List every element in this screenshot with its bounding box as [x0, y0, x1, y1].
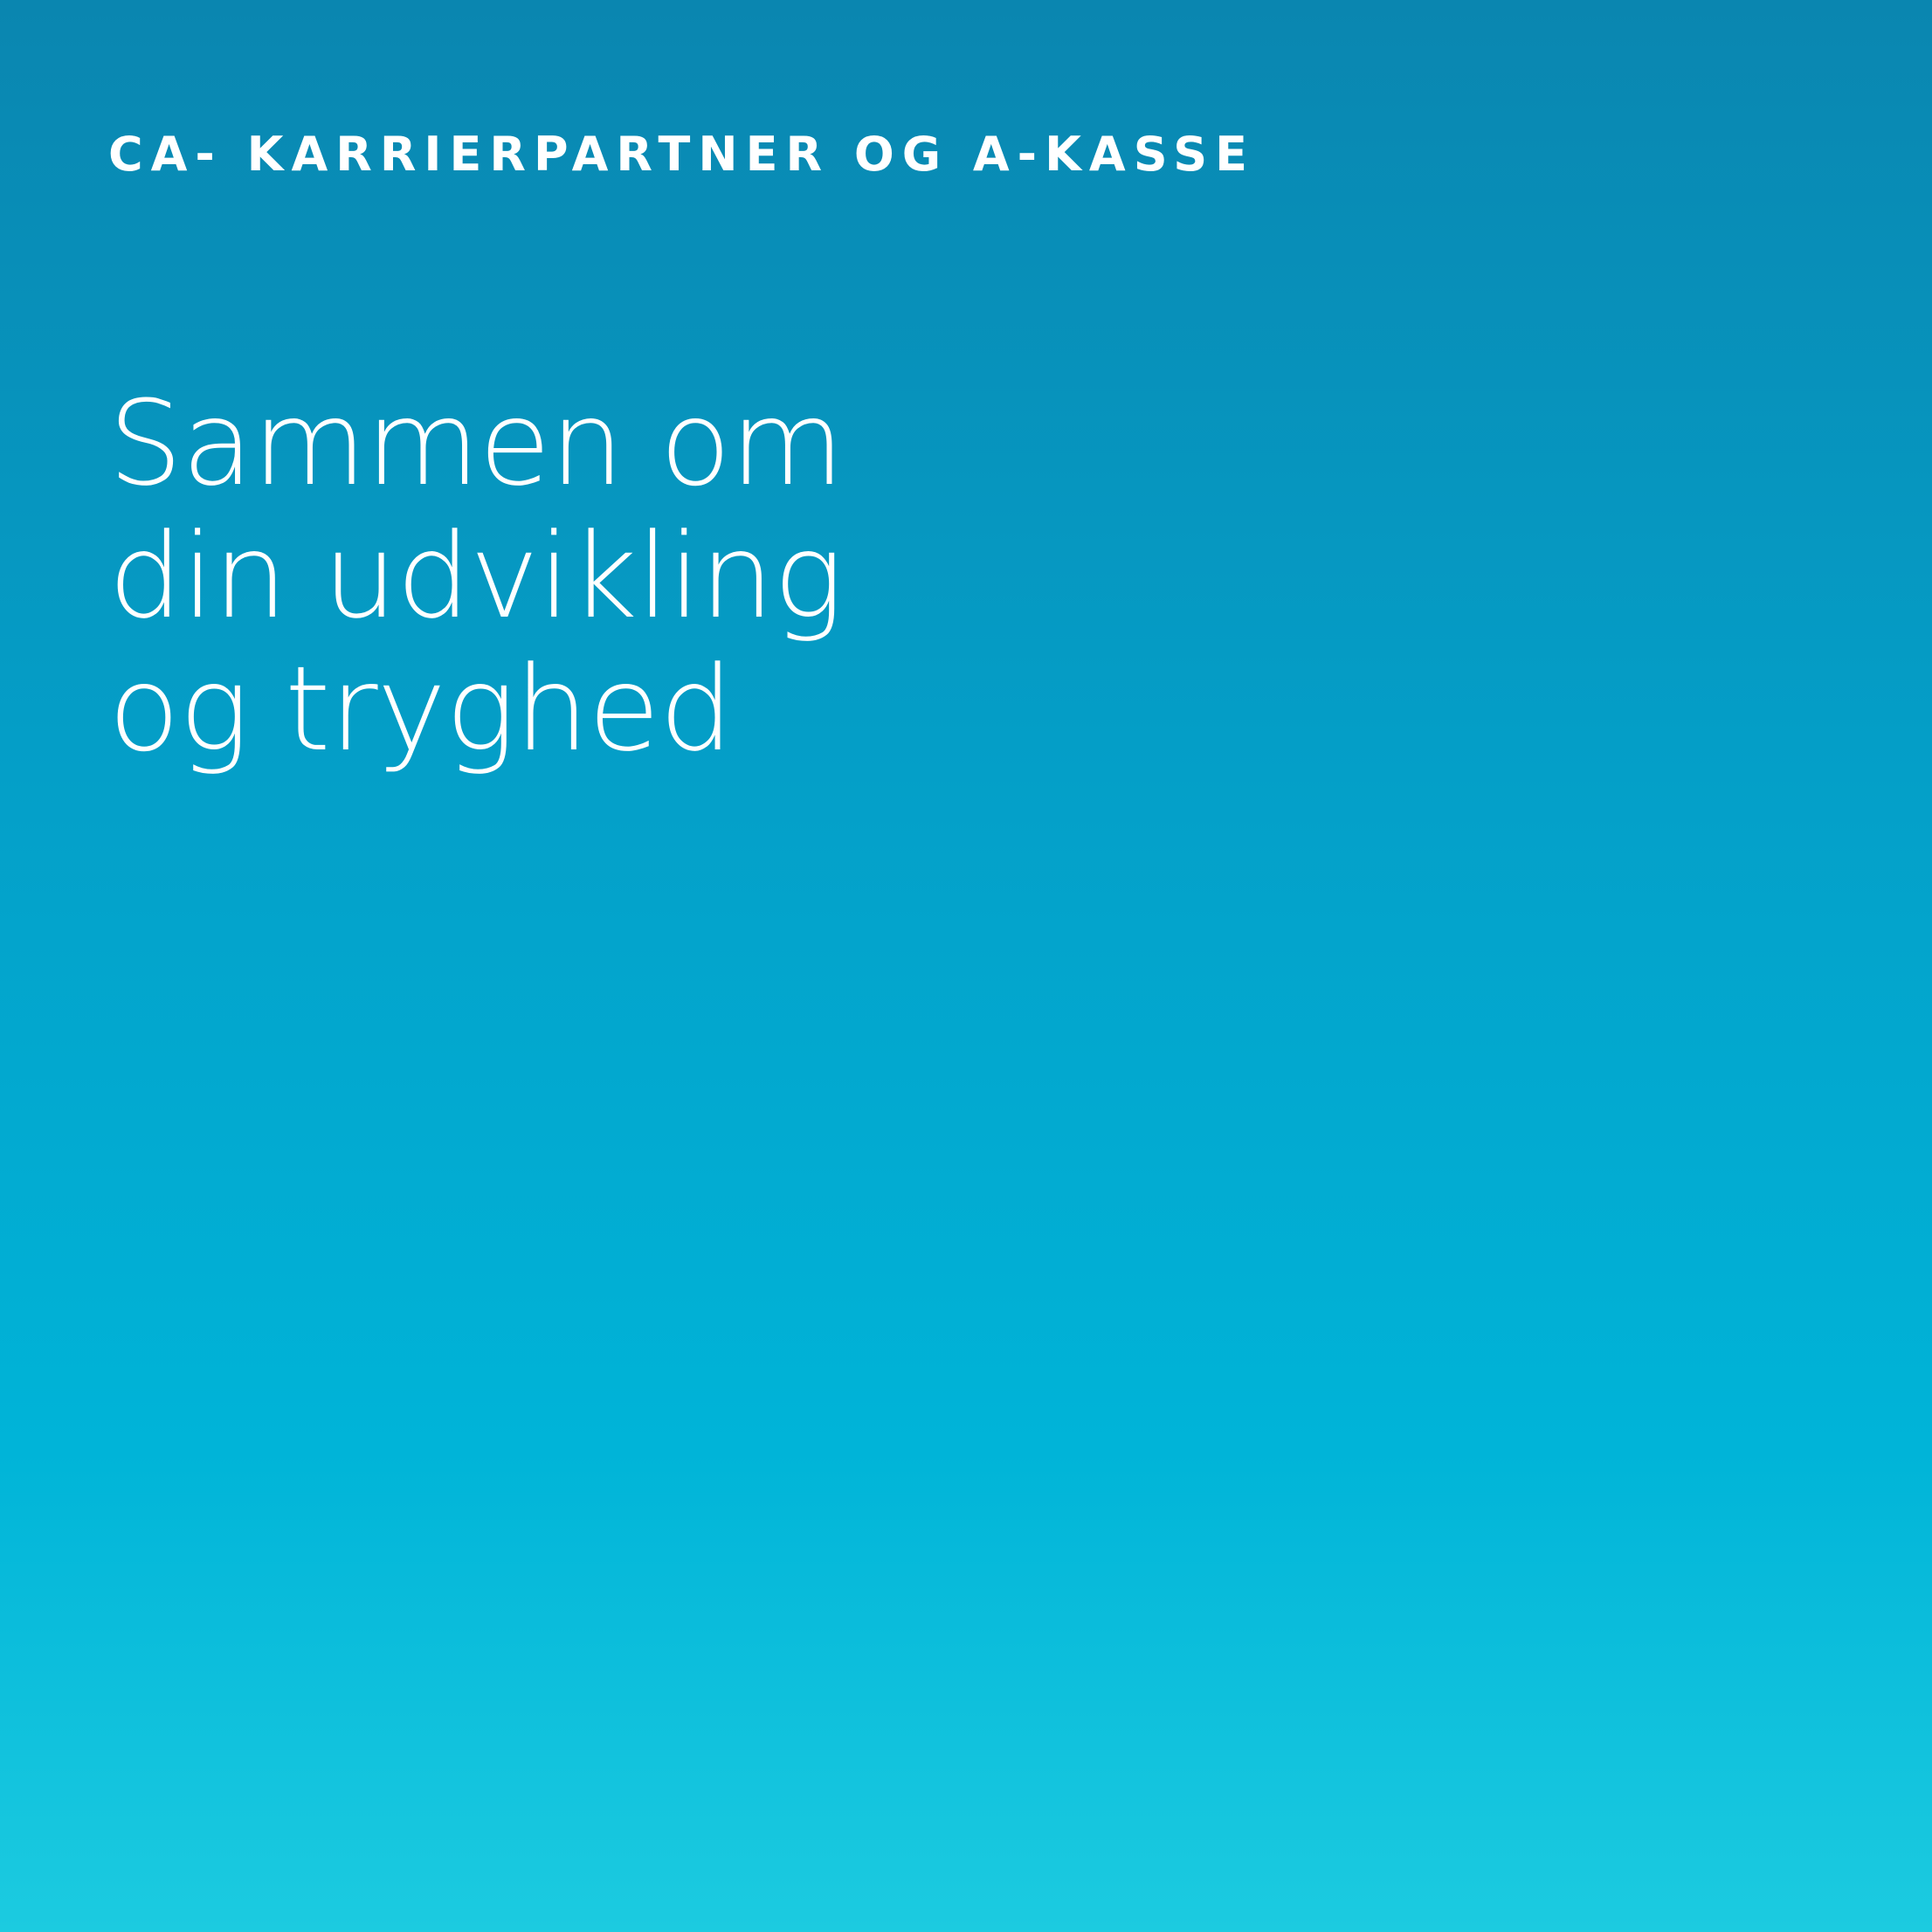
hero-banner: CA- KARRIERPARTNER OG A-KASSE Sammen om …: [0, 0, 1932, 1932]
eyebrow-label: CA- KARRIERPARTNER OG A-KASSE: [108, 127, 1255, 182]
headline-line-3: og tryghed: [108, 641, 734, 777]
headline-line-2: din udvikling: [108, 508, 844, 645]
headline: Sammen om din udvikling og tryghed: [108, 376, 845, 777]
headline-line-1: Sammen om: [108, 376, 845, 512]
